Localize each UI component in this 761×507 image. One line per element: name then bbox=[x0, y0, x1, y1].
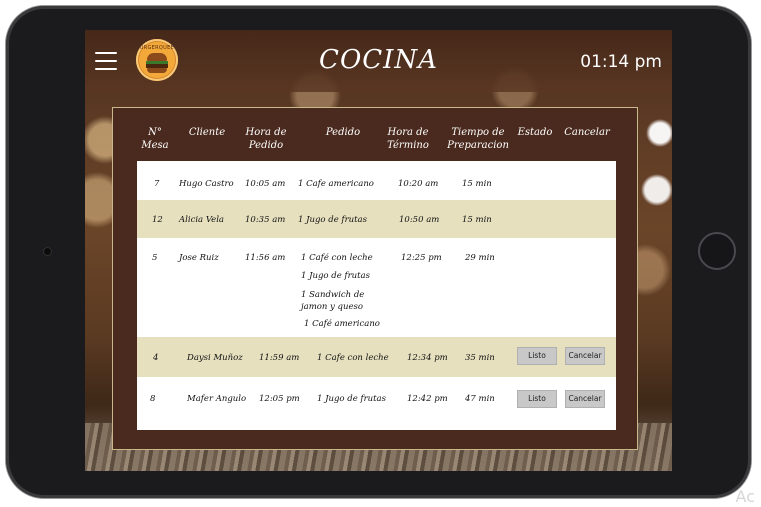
watermark-text: Ac bbox=[735, 487, 755, 506]
home-button[interactable] bbox=[698, 232, 736, 270]
cell-pedido-item: 1 Jugo de frutas bbox=[301, 271, 370, 281]
column-header-hora-pedido: Hora de Pedido bbox=[245, 127, 287, 151]
cancelar-button[interactable]: Cancelar bbox=[565, 347, 605, 365]
table-row: 7 Hugo Castro 10:05 am 1 Cafe americano … bbox=[137, 161, 616, 200]
header-bar: BURGERQUEEN COCINA 01:14 pm bbox=[85, 30, 672, 92]
cell-tiempo: 35 min bbox=[465, 353, 495, 363]
cell-tiempo: 15 min bbox=[462, 179, 492, 189]
listo-button[interactable]: Listo bbox=[517, 390, 557, 408]
column-header-pedido: Pedido bbox=[325, 127, 361, 138]
cell-cliente: Jose Ruiz bbox=[179, 253, 219, 263]
app-screen: BURGERQUEEN COCINA 01:14 pm N° Mesa Clie… bbox=[85, 30, 672, 471]
cell-pedido-item: 1 Jugo de frutas bbox=[317, 394, 386, 404]
table-row: 5 Jose Ruiz 11:56 am 1 Café con leche 1 … bbox=[137, 238, 616, 337]
cell-cliente: Alicia Vela bbox=[179, 215, 224, 225]
cell-hora-termino: 12:34 pm bbox=[407, 353, 448, 363]
cell-pedido-item: 1 Sandwich de jamon y queso bbox=[301, 290, 365, 312]
listo-button[interactable]: Listo bbox=[517, 347, 557, 365]
column-header-cliente: Cliente bbox=[188, 127, 226, 138]
cell-hora-termino: 12:25 pm bbox=[401, 253, 442, 263]
cancelar-button[interactable]: Cancelar bbox=[565, 390, 605, 408]
cell-tiempo: 15 min bbox=[462, 215, 492, 225]
cell-hora-termino: 12:42 pm bbox=[407, 394, 448, 404]
cell-pedido-item: 1 Café americano bbox=[304, 319, 380, 329]
cell-hora-pedido: 10:05 am bbox=[245, 179, 286, 189]
cell-mesa: 12 bbox=[152, 215, 163, 225]
table-row: 4 Daysi Muñoz 11:59 am 1 Cafe con leche … bbox=[137, 337, 616, 377]
column-header-tiempo: Tiempo de Preparacion bbox=[447, 127, 509, 151]
cell-hora-pedido: 12:05 pm bbox=[259, 394, 300, 404]
column-header-mesa: N° Mesa bbox=[141, 127, 169, 151]
cell-hora-pedido: 11:59 am bbox=[259, 353, 300, 363]
cell-hora-termino: 10:50 am bbox=[399, 215, 440, 225]
table-row: 12 Alicia Vela 10:35 am 1 Jugo de frutas… bbox=[137, 200, 616, 238]
cell-cliente: Mafer Angulo bbox=[187, 394, 247, 404]
cell-mesa: 8 bbox=[150, 394, 156, 404]
orders-table: 7 Hugo Castro 10:05 am 1 Cafe americano … bbox=[137, 161, 616, 430]
clock-time: 01:14 pm bbox=[580, 52, 662, 72]
table-row: 8 Mafer Angulo 12:05 pm 1 Jugo de frutas… bbox=[137, 377, 616, 430]
column-header-estado: Estado bbox=[517, 127, 553, 138]
cell-hora-pedido: 10:35 am bbox=[245, 215, 286, 225]
cell-tiempo: 47 min bbox=[465, 394, 495, 404]
cell-mesa: 5 bbox=[152, 253, 158, 263]
cell-pedido-item: 1 Cafe americano bbox=[298, 179, 374, 189]
orders-panel: N° Mesa Cliente Hora de Pedido Pedido Ho… bbox=[112, 107, 638, 450]
cell-hora-termino: 10:20 am bbox=[398, 179, 439, 189]
cell-hora-pedido: 11:56 am bbox=[245, 253, 286, 263]
column-header-hora-termino: Hora de Término bbox=[387, 127, 429, 151]
column-header-cancelar: Cancelar bbox=[564, 127, 610, 138]
cell-cliente: Daysi Muñoz bbox=[187, 353, 243, 363]
cell-pedido-item: 1 Cafe con leche bbox=[317, 353, 389, 363]
cell-pedido-item: 1 Café con leche bbox=[301, 253, 373, 263]
cell-cliente: Hugo Castro bbox=[179, 179, 234, 189]
cell-tiempo: 29 min bbox=[465, 253, 495, 263]
cell-mesa: 7 bbox=[154, 179, 160, 189]
cell-pedido-item: 1 Jugo de frutas bbox=[298, 215, 367, 225]
camera-icon bbox=[43, 247, 52, 256]
cell-mesa: 4 bbox=[153, 353, 159, 363]
